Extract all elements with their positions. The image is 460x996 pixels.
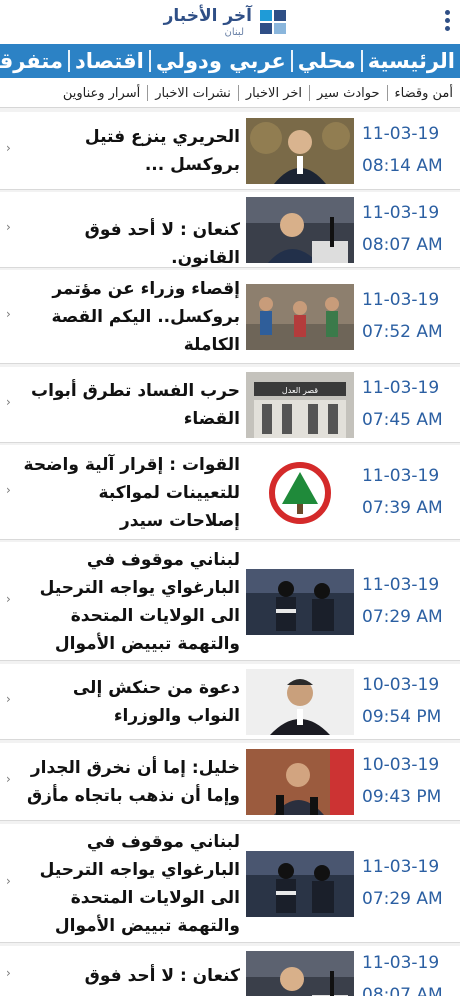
article-time: 07:45 AM <box>362 410 443 430</box>
article-row[interactable]: 11-03-19 07:29 AM لبناني موقوف في البارغوا… <box>0 824 460 964</box>
article-row[interactable]: 10-03-19 09:43 PM خليل: إما أن نخرق الجدار… <box>0 743 460 821</box>
article-time: 07:39 AM <box>362 498 443 518</box>
article-title[interactable]: الحريري ينزع فتيل بروكسل ... <box>22 123 240 179</box>
article-time: 07:29 AM <box>362 889 443 909</box>
article-row[interactable]: 11-03-1908:07 AMكنعان : لا أحد فوق القان… <box>0 192 460 268</box>
article-time: 09:43 PM <box>362 787 442 807</box>
article-row[interactable]: 10-03-19 09:54 PM دعوة من حنكش إلى النواب … <box>0 664 460 740</box>
logo-mark-icon <box>260 10 286 34</box>
chevron-right-icon[interactable]: › <box>6 307 11 321</box>
justice-palace-photo[interactable]: قصر العدل <box>246 372 354 438</box>
police-photo[interactable] <box>246 569 354 635</box>
nav-divider <box>148 50 151 72</box>
article-date: 11-03-19 <box>362 575 440 595</box>
nav-divider <box>360 50 363 72</box>
subnav-item-security[interactable]: أمن وقضاء <box>388 86 460 101</box>
chevron-right-icon[interactable]: › <box>6 141 11 155</box>
article-title[interactable]: إقصاء وزراء عن مؤتمر بروكسل.. اليكم القص… <box>22 275 240 359</box>
site-logo[interactable]: آخر الأخبار لبنان <box>164 6 288 40</box>
chevron-right-icon[interactable]: › <box>6 692 11 706</box>
nav-item-economy[interactable]: اقتصاد <box>70 44 149 78</box>
press-conference-photo[interactable] <box>246 951 354 996</box>
article-title[interactable]: خليل: إما أن نخرق الجدار وإما أن نذهب با… <box>22 754 240 810</box>
article-title[interactable]: حرب الفساد تطرق أبواب القضاء <box>22 377 240 433</box>
article-date: 11-03-19 <box>362 953 440 973</box>
chevron-right-icon[interactable]: › <box>6 395 11 409</box>
article-row[interactable]: 11-03-19 08:14 AM الحريري ينزع فتيل بروكسل… <box>0 112 460 190</box>
nav-item-local[interactable]: محلي <box>293 44 361 78</box>
subnav-item-bulletins[interactable]: نشرات الاخبار <box>148 86 238 101</box>
article-date: 11-03-19 <box>362 124 440 144</box>
chevron-right-icon[interactable]: › <box>6 966 11 980</box>
article-time: 09:54 PM <box>362 707 442 727</box>
nav-item-arab-intl[interactable]: عربي ودولي <box>151 44 291 78</box>
article-row[interactable]: 11-03-19 07:52 AM إقصاء وزراء عن مؤتمر برو… <box>0 270 460 364</box>
svg-text:قصر العدل: قصر العدل <box>282 386 318 395</box>
cedar-logo-photo[interactable] <box>246 460 354 526</box>
chevron-right-icon[interactable]: › <box>6 483 11 497</box>
article-title[interactable]: القوات : إقرار آلية واضحة للتعيينات لموا… <box>22 451 240 535</box>
minister-photo[interactable] <box>246 749 354 815</box>
logo-title: آخر الأخبار <box>163 6 252 26</box>
article-date: 10-03-19 <box>362 675 440 695</box>
press-conference-photo[interactable] <box>246 197 354 263</box>
article-time: 07:29 AM <box>362 607 443 627</box>
article-row[interactable]: 11-03-19 08:07 AM كنعان : لا أحد فوق القان… <box>0 946 460 996</box>
app-header: آخر الأخبار لبنان <box>0 0 460 44</box>
article-date: 11-03-19 <box>362 466 440 486</box>
article-date: 11-03-19 <box>362 378 440 398</box>
article-date: 11-03-19 <box>362 203 440 223</box>
nav-divider <box>290 50 293 72</box>
portrait-photo[interactable] <box>246 669 354 735</box>
article-date: 11-03-19 <box>362 290 440 310</box>
refugees-photo[interactable] <box>246 284 354 350</box>
article-time: 08:07 AM <box>362 985 443 996</box>
subnav-item-latest[interactable]: اخر الاخبار <box>239 86 309 101</box>
nav-item-misc[interactable]: متفرقات <box>0 44 68 78</box>
article-date: 11-03-19 <box>362 857 440 877</box>
kebab-menu-icon[interactable] <box>442 10 452 34</box>
man-speaking-photo[interactable] <box>246 118 354 184</box>
article-title[interactable]: كنعان : لا أحد فوق القانون. <box>22 962 240 996</box>
chevron-right-icon[interactable]: › <box>6 874 11 888</box>
nav-item-home[interactable]: الرئيسية <box>363 44 460 78</box>
chevron-right-icon[interactable]: › <box>6 220 11 234</box>
chevron-right-icon[interactable]: › <box>6 592 11 606</box>
article-row[interactable]: 11-03-19 07:39 AM القوات : إقرار آلية واضح… <box>0 445 460 540</box>
chevron-right-icon[interactable]: › <box>6 772 11 786</box>
article-time: 07:52 AM <box>362 322 443 342</box>
main-nav: الرئيسية محلي عربي ودولي اقتصاد متفرقات <box>0 44 460 78</box>
article-row[interactable]: 11-03-19 07:29 AM لبناني موقوف في البارغوا… <box>0 542 460 682</box>
article-time: 08:07 AM <box>362 235 443 255</box>
sub-nav: أمن وقضاء حوادث سير اخر الاخبار نشرات ال… <box>0 78 460 108</box>
article-date: 10-03-19 <box>362 755 440 775</box>
subnav-item-accidents[interactable]: حوادث سير <box>310 86 387 101</box>
article-time: 08:14 AM <box>362 156 443 176</box>
nav-divider <box>67 50 70 72</box>
logo-subtitle: لبنان <box>224 27 244 38</box>
police-photo[interactable] <box>246 851 354 917</box>
article-title[interactable]: دعوة من حنكش إلى النواب والوزراء <box>22 674 240 730</box>
subnav-item-secrets[interactable]: أسرار وعناوين <box>56 86 147 101</box>
article-title[interactable]: كنعان : لا أحد فوق القانون. <box>22 216 240 272</box>
article-row[interactable]: 11-03-19 07:45 AM قصر العدل حرب الفساد تطرق… <box>0 367 460 443</box>
